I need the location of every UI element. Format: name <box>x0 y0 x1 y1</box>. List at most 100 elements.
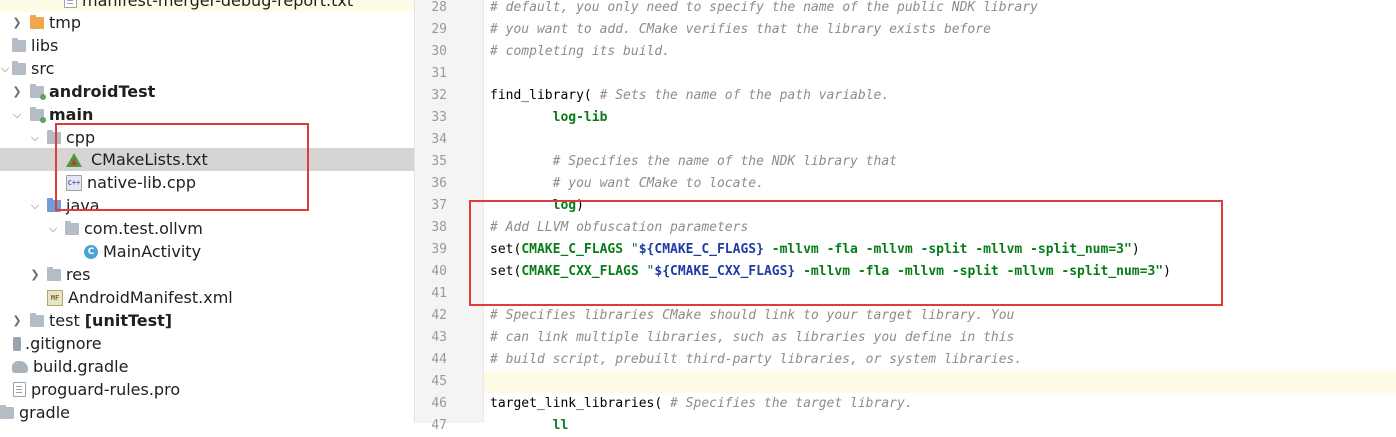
code-line-42: # Specifies libraries CMake should link … <box>490 305 1014 327</box>
tree-item-test[interactable]: ❯ test [unitTest] <box>0 309 414 332</box>
folder-icon <box>30 313 44 327</box>
line-number: 42 <box>431 308 447 323</box>
folder-icon <box>0 405 14 419</box>
code-variable: ${CMAKE_CXX_FLAGS} <box>654 264 796 279</box>
chevron-right-icon[interactable]: ❯ <box>28 268 42 281</box>
line-number: 32 <box>431 88 447 103</box>
cpp-file-icon: C++ <box>66 174 82 191</box>
package-icon <box>65 221 79 235</box>
code-text: ) <box>1163 264 1171 279</box>
chevron-right-icon[interactable]: ❯ <box>10 314 24 327</box>
tree-item-label: MainActivity <box>103 242 202 261</box>
code-comment: # you want to add. CMake verifies that t… <box>490 22 991 37</box>
line-number: 30 <box>431 44 447 59</box>
folder-icon <box>30 84 46 100</box>
line-number: 31 <box>431 66 447 81</box>
tree-item-proguard[interactable]: proguard-rules.pro <box>0 378 414 401</box>
chevron-down-icon[interactable]: ⌵ <box>28 131 42 145</box>
line-number: 45 <box>431 374 447 389</box>
tree-item-androidmanifest[interactable]: MF AndroidManifest.xml <box>0 286 414 309</box>
code-line-47: ll <box>490 415 569 437</box>
tree-item-main[interactable]: ⌵ main <box>0 103 414 126</box>
code-keyword: CMAKE_CXX_FLAGS <box>521 264 639 279</box>
code-function: find_library( <box>490 88 592 103</box>
code-line-36: # you want CMake to locate. <box>490 173 764 195</box>
line-number: 39 <box>431 242 447 257</box>
tree-item-java[interactable]: ⌵ java <box>0 194 414 217</box>
tree-item-label: proguard-rules.pro <box>31 380 181 399</box>
tree-item-tmp[interactable]: ❯ tmp <box>0 11 414 34</box>
folder-icon <box>47 130 61 144</box>
tree-item-label: native-lib.cpp <box>87 173 196 192</box>
class-icon: C <box>84 244 98 259</box>
code-line-32: find_library( # Sets the name of the pat… <box>490 85 889 107</box>
tree-item-label: java <box>66 196 100 215</box>
chevron-right-icon[interactable]: ❯ <box>10 85 24 98</box>
code-comment: # Specifies the name of the NDK library … <box>490 154 897 169</box>
tree-item-label: com.test.ollvm <box>84 219 203 238</box>
tree-item-label: libs <box>31 36 59 55</box>
code-line-33: log-lib <box>490 107 608 129</box>
tree-item-build-gradle[interactable]: build.gradle <box>0 355 414 378</box>
tree-item-label: cpp <box>66 128 96 147</box>
tree-item-label: main <box>49 105 94 124</box>
tree-item-androidtest[interactable]: ❯ androidTest <box>0 80 414 103</box>
tree-item-gitignore[interactable]: .gitignore <box>0 332 414 355</box>
code-string: " <box>623 242 639 257</box>
chevron-down-icon[interactable]: ⌵ <box>28 199 42 213</box>
tree-item-label: src <box>31 59 55 78</box>
code-comment: # Add LLVM obfuscation parameters <box>490 220 749 235</box>
code-line-40: set(CMAKE_CXX_FLAGS "${CMAKE_CXX_FLAGS} … <box>490 261 1171 283</box>
code-comment: # Sets the name of the path variable. <box>591 88 890 103</box>
code-line-43: # can link multiple libraries, such as l… <box>490 327 1014 349</box>
line-number: 36 <box>431 176 447 191</box>
tree-item-cpp[interactable]: ⌵ cpp <box>0 126 414 149</box>
tree-item-mainactivity[interactable]: C MainActivity <box>0 240 414 263</box>
line-number: 35 <box>431 154 447 169</box>
current-line-highlight <box>484 371 1396 393</box>
code-keyword: CMAKE_C_FLAGS <box>521 242 624 257</box>
tree-item-label: res <box>66 265 91 284</box>
tree-item-label: tmp <box>49 13 82 32</box>
line-number: 43 <box>431 330 447 345</box>
chevron-down-icon[interactable]: ⌵ <box>0 62 10 76</box>
project-tree: manifest-merger-debug-report.txt ❯ tmp l… <box>0 0 414 423</box>
tree-item-label: test <box>49 311 80 330</box>
code-line-44: # build script, prebuilt third-party lib… <box>490 349 1022 371</box>
code-line-35: # Specifies the name of the NDK library … <box>490 151 897 173</box>
chevron-right-icon[interactable]: ❯ <box>10 16 24 29</box>
code-line-39: set(CMAKE_C_FLAGS "${CMAKE_C_FLAGS} -mll… <box>490 239 1140 261</box>
folder-icon <box>30 107 46 123</box>
text-file-icon <box>64 0 77 8</box>
folder-icon <box>30 15 44 29</box>
line-number: 28 <box>431 0 447 15</box>
tree-item-src[interactable]: ⌵ src <box>0 57 414 80</box>
chevron-down-icon[interactable]: ⌵ <box>46 222 60 236</box>
code-string: -mllvm -fla -mllvm -split -mllvm -split_… <box>763 242 1132 257</box>
tree-item-native-lib[interactable]: C++ native-lib.cpp <box>0 171 414 194</box>
code-comment: # Specifies libraries CMake should link … <box>490 308 1015 323</box>
cmake-icon <box>66 152 82 167</box>
code-string: " <box>638 264 655 279</box>
manifest-file-icon: MF <box>47 289 63 306</box>
code-string: -mllvm -fla -mllvm -split -mllvm -split_… <box>795 264 1164 279</box>
code-comment: # Specifies the target library. <box>662 396 913 411</box>
tree-item-res[interactable]: ❯ res <box>0 263 414 286</box>
code-keyword: log <box>490 198 577 213</box>
tree-item-libs[interactable]: libs <box>0 34 414 57</box>
tree-item-label: CMakeLists.txt <box>91 150 208 169</box>
tree-item-gradle[interactable]: gradle <box>0 401 414 423</box>
tree-item-package[interactable]: ⌵ com.test.ollvm <box>0 217 414 240</box>
code-comment: # you want CMake to locate. <box>490 176 764 191</box>
tree-item-label: gradle <box>19 403 70 422</box>
line-number: 33 <box>431 110 447 125</box>
code-comment: # can link multiple libraries, such as l… <box>490 330 1015 345</box>
tree-item-cmakelists[interactable]: CMakeLists.txt <box>0 148 414 171</box>
gradle-elephant-icon <box>12 360 28 373</box>
line-number: 29 <box>431 22 447 37</box>
code-text: ) <box>1131 242 1140 257</box>
chevron-down-icon[interactable]: ⌵ <box>10 108 24 122</box>
code-comment: # default, you only need to specify the … <box>490 0 1038 15</box>
tree-item-label: manifest-merger-debug-report.txt <box>82 0 354 10</box>
text-file-icon <box>13 382 26 397</box>
